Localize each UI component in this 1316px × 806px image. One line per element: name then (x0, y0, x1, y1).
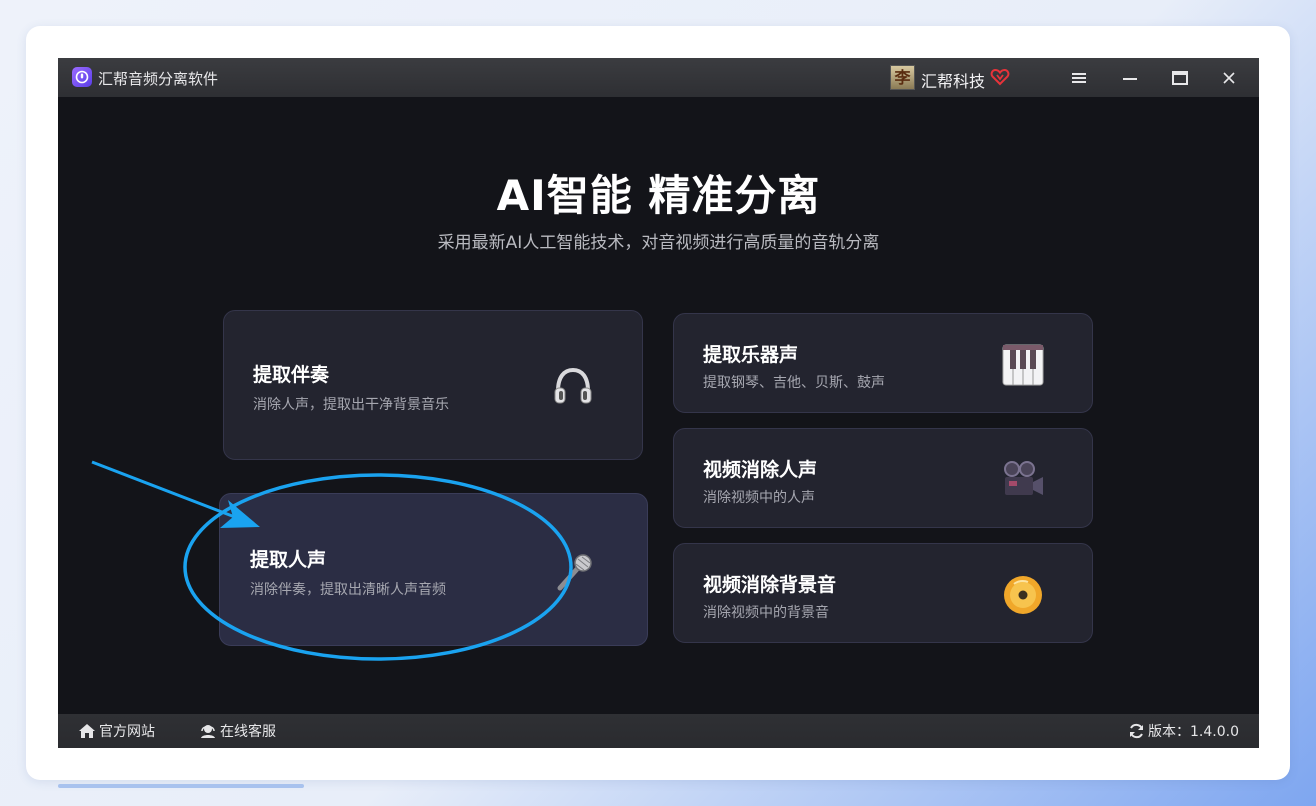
customer-service-icon (201, 725, 215, 738)
card-extract-accompaniment[interactable]: 提取伴奏 消除人声，提取出干净背景音乐 (223, 310, 643, 460)
decorative-underline (58, 784, 304, 788)
hero-subtitle: 采用最新AI人工智能技术，对音视频进行高质量的音轨分离 (437, 233, 880, 253)
close-icon (1223, 71, 1235, 84)
card-video-remove-vocals[interactable]: 视频消除人声 消除视频中的人声 (673, 428, 1093, 528)
card-desc: 消除视频中的人声 (703, 490, 815, 506)
card-title: 提取人声 (250, 549, 327, 571)
disc-icon (1004, 576, 1042, 614)
card-desc: 提取钢琴、吉他、贝斯、鼓声 (703, 375, 885, 391)
minimize-button[interactable] (1115, 64, 1145, 91)
title-bar: 汇帮音频分离软件 李 汇帮科技 (58, 58, 1259, 97)
card-title: 提取乐器声 (703, 344, 799, 366)
card-extract-instruments[interactable]: 提取乐器声 提取钢琴、吉他、贝斯、鼓声 (673, 313, 1093, 413)
microphone-icon (557, 554, 592, 591)
card-desc: 消除伴奏，提取出清晰人声音频 (250, 582, 446, 598)
hero-title: AI智能 精准分离 (496, 171, 821, 220)
headphones-icon (554, 367, 592, 404)
app-window: 汇帮音频分离软件 李 汇帮科技 AI智能 精准分离 采用最新AI人工智能技术，对… (58, 58, 1259, 748)
version-info[interactable]: 版本：1.4.0.0 (1128, 714, 1239, 748)
card-desc: 消除人声，提取出干净背景音乐 (253, 397, 449, 413)
maximize-icon (1172, 70, 1188, 85)
website-link[interactable]: 官方网站 (78, 714, 155, 748)
card-extract-vocals[interactable]: 提取人声 消除伴奏，提取出清晰人声音频 (219, 493, 648, 646)
close-button[interactable] (1214, 64, 1244, 91)
card-title: 视频消除背景音 (703, 574, 837, 596)
card-desc: 消除视频中的背景音 (703, 605, 829, 621)
card-video-remove-background[interactable]: 视频消除背景音 消除视频中的背景音 (673, 543, 1093, 643)
website-label: 官方网站 (99, 724, 155, 740)
support-link[interactable]: 在线客服 (199, 714, 276, 748)
vip-heart-icon[interactable] (990, 67, 1010, 87)
status-bar: 官方网站 在线客服 版本：1.4.0.0 (58, 714, 1259, 748)
card-title: 视频消除人声 (703, 459, 818, 481)
menu-button[interactable] (1064, 64, 1094, 91)
menu-icon (1072, 72, 1086, 83)
movie-camera-icon (1004, 461, 1043, 495)
user-avatar[interactable]: 李 (890, 65, 915, 90)
maximize-button[interactable] (1165, 64, 1195, 91)
minimize-icon (1123, 77, 1137, 80)
app-logo-icon (72, 67, 92, 87)
user-name[interactable]: 汇帮科技 (921, 68, 985, 92)
window-title: 汇帮音频分离软件 (98, 70, 219, 88)
version-label: 版本：1.4.0.0 (1148, 724, 1239, 740)
piano-icon (1002, 344, 1044, 386)
refresh-icon (1130, 723, 1143, 739)
home-icon (79, 724, 95, 738)
support-label: 在线客服 (220, 724, 276, 740)
card-title: 提取伴奏 (253, 364, 330, 386)
